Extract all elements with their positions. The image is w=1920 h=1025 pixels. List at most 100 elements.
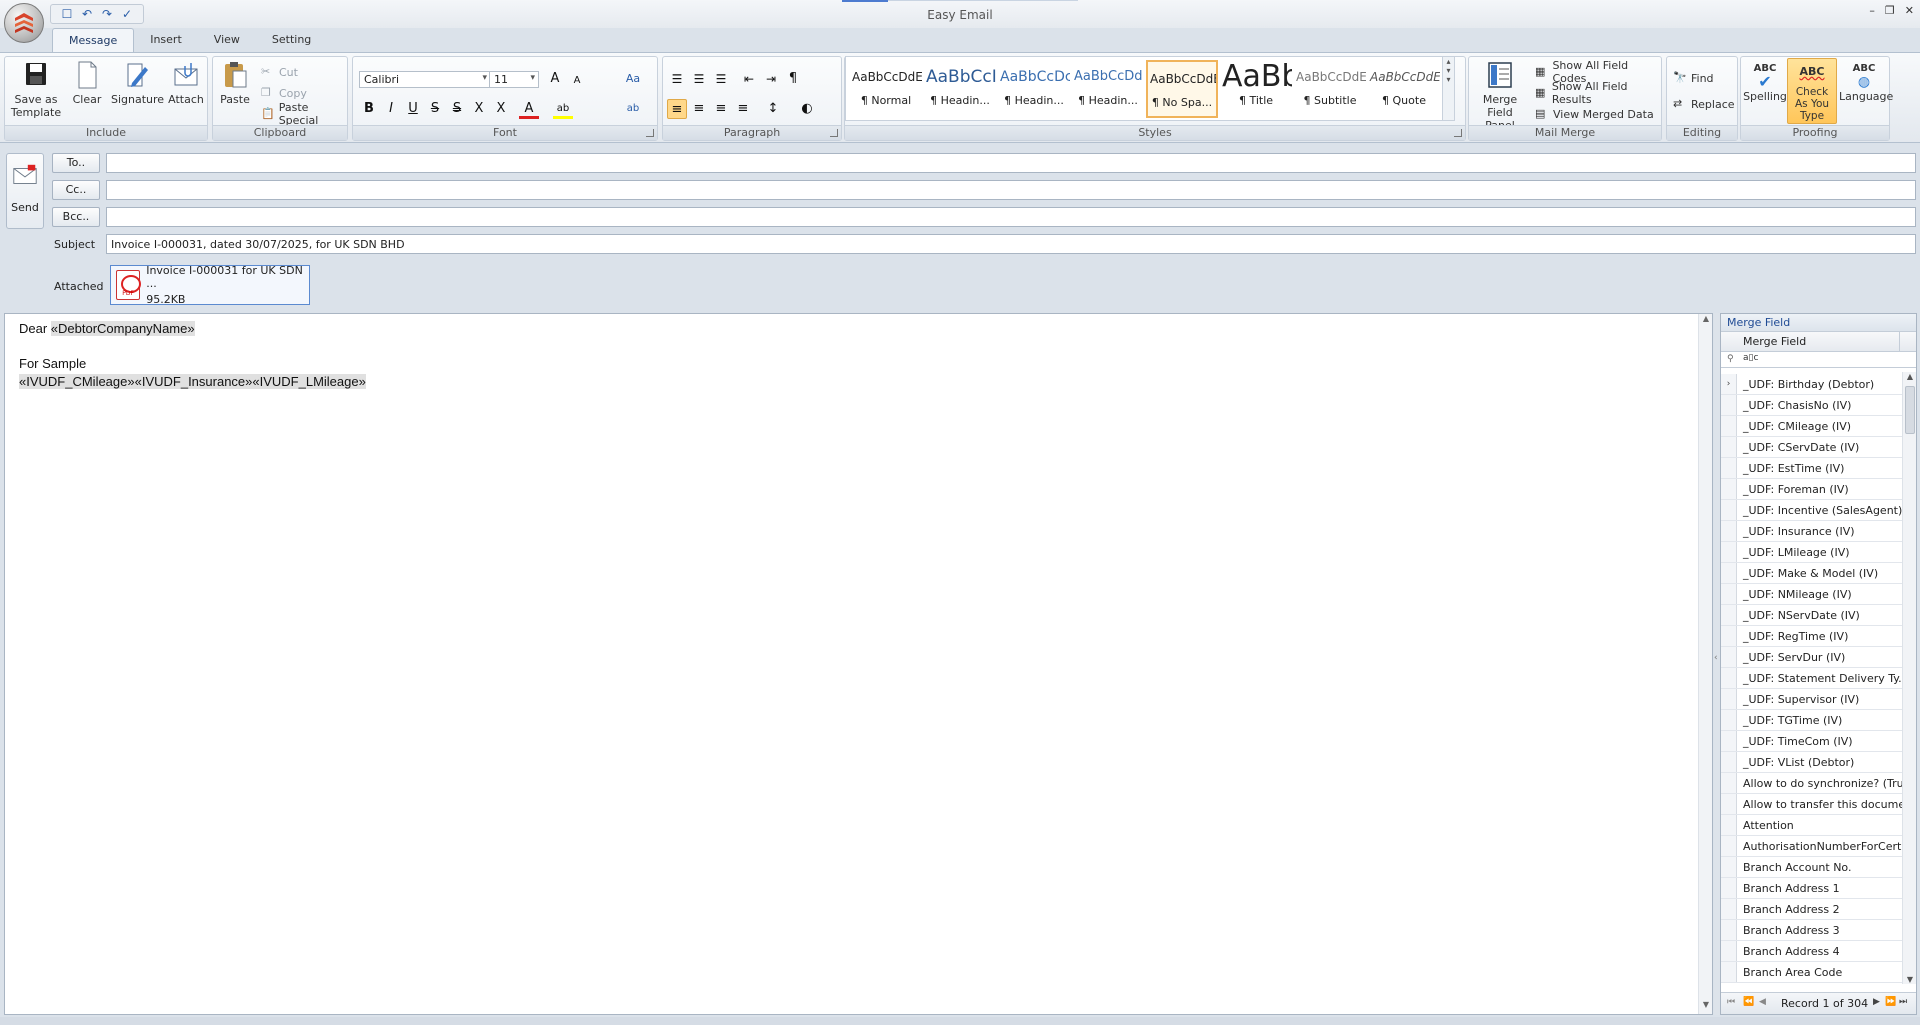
- panel-scroll-thumb[interactable]: [1905, 386, 1915, 434]
- bold-button[interactable]: B: [359, 99, 379, 119]
- merge-field-row[interactable]: _UDF: Supervisor (IV): [1721, 689, 1902, 710]
- merge-field-insurance[interactable]: «IVUDF_Insurance»: [134, 374, 253, 389]
- scroll-up-icon[interactable]: ▲: [1699, 314, 1713, 328]
- to-field[interactable]: [106, 153, 1916, 173]
- style-no-spacing[interactable]: AaBbCcDdE ¶ No Spa...: [1146, 60, 1218, 118]
- replace-button[interactable]: ⇄ Replace: [1673, 95, 1735, 113]
- multilevel-list-button[interactable]: ☰: [711, 69, 731, 89]
- bullets-button[interactable]: ☰: [667, 69, 687, 89]
- merge-field-row[interactable]: Branch Address 1: [1721, 878, 1902, 899]
- editor-scrollbar[interactable]: ▲ ▼: [1698, 314, 1712, 1014]
- view-merged-data-button[interactable]: ▤ View Merged Data: [1535, 105, 1654, 123]
- spelling-button[interactable]: ABC ✔ Spelling: [1743, 59, 1787, 123]
- shrink-font-button[interactable]: A: [567, 71, 587, 91]
- merge-field-row[interactable]: _UDF: Make & Model (IV): [1721, 563, 1902, 584]
- cc-button[interactable]: Cc..: [52, 180, 100, 200]
- grow-font-button[interactable]: A: [545, 69, 565, 89]
- style-gallery-scroll[interactable]: ▴ ▾ ▾: [1442, 57, 1454, 120]
- merge-field-row[interactable]: _UDF: TGTime (IV): [1721, 710, 1902, 731]
- line-spacing-button[interactable]: ↕: [763, 99, 783, 119]
- merge-field-row[interactable]: _UDF: LMileage (IV): [1721, 542, 1902, 563]
- merge-field-row[interactable]: _UDF: RegTime (IV): [1721, 626, 1902, 647]
- tab-message[interactable]: Message: [52, 28, 135, 52]
- style-heading-2[interactable]: AaBbCcDc ¶ Headin...: [998, 60, 1070, 118]
- styles-dialog-launcher[interactable]: [1454, 129, 1462, 137]
- panel-scroll-up-icon[interactable]: ▲: [1903, 372, 1917, 381]
- merge-field-column-header[interactable]: Merge Field: [1721, 332, 1916, 352]
- clear-button[interactable]: Clear: [67, 59, 107, 123]
- to-button[interactable]: To..: [52, 153, 100, 173]
- merge-field-row[interactable]: _UDF: VList (Debtor): [1721, 752, 1902, 773]
- prev-record-icon[interactable]: ◀: [1759, 997, 1766, 1007]
- style-normal[interactable]: AaBbCcDdE ¶ Normal: [850, 60, 922, 118]
- merge-field-cmileage[interactable]: «IVUDF_CMileage»: [19, 374, 135, 389]
- tab-insert[interactable]: Insert: [134, 28, 198, 52]
- merge-field-panel-button[interactable]: Merge Field Panel: [1471, 59, 1529, 132]
- paste-button[interactable]: Paste: [217, 59, 253, 123]
- merge-field-scrollbar[interactable]: ▲ ▼: [1902, 372, 1916, 984]
- font-family-select[interactable]: Calibri: [359, 71, 491, 88]
- tab-view[interactable]: View: [198, 28, 256, 52]
- font-size-select[interactable]: 11: [489, 71, 539, 88]
- align-center-button[interactable]: ≡: [689, 99, 709, 119]
- italic-button[interactable]: I: [381, 99, 401, 119]
- increase-indent-button[interactable]: ⇥: [761, 69, 781, 89]
- merge-field-row[interactable]: _UDF: ServDur (IV): [1721, 647, 1902, 668]
- style-heading-1[interactable]: AaBbCcI ¶ Headin...: [924, 60, 996, 118]
- align-right-button[interactable]: ≡: [711, 99, 731, 119]
- copy-button[interactable]: ❐ Copy: [261, 84, 307, 102]
- merge-field-row[interactable]: _UDF: NServDate (IV): [1721, 605, 1902, 626]
- justify-button[interactable]: ≡: [733, 99, 753, 119]
- subject-field[interactable]: Invoice I-000031, dated 30/07/2025, for …: [106, 234, 1916, 254]
- font-dialog-launcher[interactable]: [646, 129, 654, 137]
- clear-formatting-button[interactable]: ab: [623, 99, 643, 119]
- style-heading-3[interactable]: AaBbCcDd ¶ Headin...: [1072, 60, 1144, 118]
- minimize-button[interactable]: –: [1869, 4, 1875, 17]
- merge-field-row[interactable]: Branch Address 4: [1721, 941, 1902, 962]
- merge-field-row[interactable]: _UDF: Incentive (SalesAgent): [1721, 500, 1902, 521]
- bcc-field[interactable]: [106, 207, 1916, 227]
- show-all-field-results-button[interactable]: ▦ Show All Field Results: [1535, 80, 1661, 106]
- panel-scroll-down-icon[interactable]: ▼: [1903, 975, 1917, 984]
- message-body-editor[interactable]: Dear «DebtorCompanyName» For Sample «IVU…: [4, 313, 1713, 1015]
- paragraph-dialog-launcher[interactable]: [830, 129, 838, 137]
- attachment-item[interactable]: PDF Invoice I-000031 for UK SDN ... 95.2…: [110, 264, 310, 306]
- check-as-you-type-button[interactable]: ABC Check As You Type: [1787, 58, 1837, 124]
- change-case-button[interactable]: Aa: [623, 69, 643, 89]
- merge-field-row[interactable]: Allow to do synchronize? (Tru...: [1721, 773, 1902, 794]
- merge-field-lmileage[interactable]: «IVUDF_LMileage»: [252, 374, 366, 389]
- bcc-button[interactable]: Bcc..: [52, 207, 100, 227]
- merge-field-debtor-company-name[interactable]: «DebtorCompanyName»: [50, 321, 195, 336]
- merge-field-filter-row[interactable]: ⚲ a▯c: [1721, 352, 1916, 368]
- cc-field[interactable]: [106, 180, 1916, 200]
- merge-field-row[interactable]: _UDF: CServDate (IV): [1721, 437, 1902, 458]
- superscript-button[interactable]: X: [469, 99, 489, 119]
- highlight-button[interactable]: ab: [553, 99, 573, 119]
- double-strikethrough-button[interactable]: S: [447, 99, 467, 119]
- scroll-down-icon[interactable]: ▼: [1699, 1000, 1713, 1014]
- save-as-template-button[interactable]: Save as Template: [9, 59, 63, 123]
- merge-field-row[interactable]: Attention: [1721, 815, 1902, 836]
- merge-field-row[interactable]: Branch Area Code: [1721, 962, 1902, 983]
- numbering-button[interactable]: ☰: [689, 69, 709, 89]
- shading-button[interactable]: ◐: [797, 99, 817, 119]
- merge-field-row[interactable]: _UDF: EstTime (IV): [1721, 458, 1902, 479]
- merge-field-row[interactable]: › _UDF: Birthday (Debtor): [1721, 374, 1902, 395]
- align-left-button[interactable]: ≡: [667, 99, 687, 119]
- find-button[interactable]: 🔭 Find: [1673, 69, 1714, 87]
- underline-button[interactable]: U: [403, 99, 423, 119]
- send-button[interactable]: Send: [6, 153, 44, 229]
- merge-field-row[interactable]: Branch Address 2: [1721, 899, 1902, 920]
- close-button[interactable]: ✕: [1905, 4, 1914, 17]
- font-color-button[interactable]: A: [519, 99, 539, 119]
- merge-field-row[interactable]: _UDF: CMileage (IV): [1721, 416, 1902, 437]
- merge-field-row[interactable]: _UDF: Insurance (IV): [1721, 521, 1902, 542]
- restore-button[interactable]: ❐: [1885, 4, 1895, 17]
- style-quote[interactable]: AaBbCcDdE ¶ Quote: [1368, 60, 1440, 118]
- app-menu-button[interactable]: [4, 3, 44, 43]
- show-all-field-codes-button[interactable]: ▦ Show All Field Codes: [1535, 59, 1661, 85]
- merge-field-row[interactable]: Branch Account No.: [1721, 857, 1902, 878]
- next-page-icon[interactable]: ⏩: [1885, 997, 1896, 1007]
- paste-special-button[interactable]: 📋 Paste Special: [261, 101, 347, 127]
- style-title[interactable]: AaBb ¶ Title: [1220, 60, 1292, 118]
